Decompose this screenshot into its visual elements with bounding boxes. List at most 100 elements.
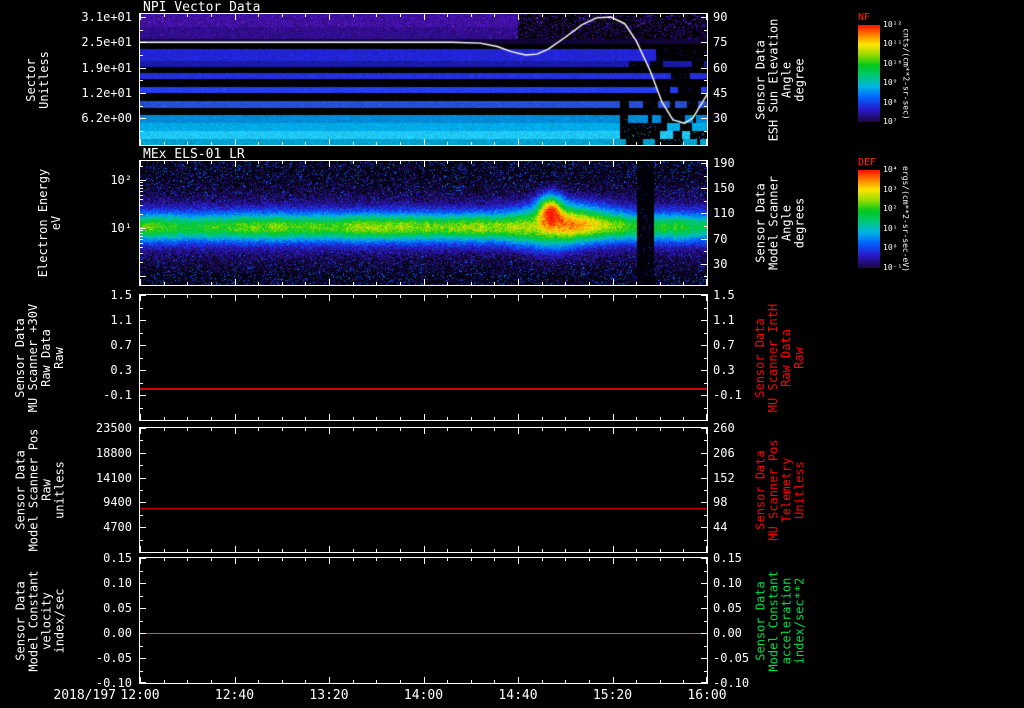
tick-mark (282, 295, 283, 298)
tick-mark (400, 558, 401, 561)
tick-mark (187, 558, 188, 561)
tick-mark (471, 549, 472, 552)
tick-mark (704, 357, 707, 359)
tick-mark (704, 130, 707, 132)
tick-mark (140, 118, 146, 120)
tick-mark (424, 161, 425, 167)
tick-mark (424, 546, 425, 552)
tick-mark (471, 295, 472, 298)
tick-mark (447, 417, 448, 420)
tick-mark (424, 279, 425, 285)
tick-mark (211, 417, 212, 420)
tick-mark (613, 428, 614, 434)
tick-mark (542, 428, 543, 431)
tick-mark (518, 139, 519, 145)
x-tick-label: 15:20 (592, 688, 633, 703)
tick-mark (258, 558, 259, 561)
tick-mark (518, 428, 519, 434)
tick-mark (211, 295, 212, 298)
tick-mark (140, 230, 143, 232)
tick-mark (140, 232, 143, 234)
colorbar-nf (858, 25, 880, 122)
tick-mark (704, 407, 707, 409)
tick-mark (140, 570, 143, 572)
tick-mark (636, 295, 637, 298)
tick-mark (447, 142, 448, 145)
tick-mark (471, 558, 472, 561)
tick-mark (305, 282, 306, 285)
tick-mark (660, 295, 661, 298)
tick-mark (235, 279, 236, 285)
tick-mark (565, 295, 566, 298)
tick-mark (542, 680, 543, 683)
tick-mark (140, 205, 143, 207)
colorbar-tick-label: 10¹¹ (883, 39, 903, 49)
tick-mark (683, 282, 684, 285)
tick-mark (701, 658, 707, 659)
tick-mark (164, 417, 165, 420)
colorbar-tick-label: 10² (883, 204, 898, 214)
tick-mark (704, 55, 707, 56)
tick-mark (660, 428, 661, 431)
tick-mark (542, 161, 543, 164)
tick-mark (589, 14, 590, 17)
tick-mark (329, 428, 330, 434)
tick-mark (140, 670, 143, 672)
tick-mark (704, 490, 707, 491)
tick-mark (683, 680, 684, 683)
tick-mark (701, 527, 707, 529)
tick-mark (140, 320, 146, 321)
tick-mark (701, 320, 707, 321)
tick-mark (589, 558, 590, 561)
tick-mark (164, 282, 165, 285)
tick-mark (589, 428, 590, 431)
tick-mark (613, 279, 614, 285)
tick-mark (701, 583, 707, 584)
tick-mark (376, 295, 377, 298)
tick-mark (704, 29, 707, 31)
tick-mark (187, 142, 188, 145)
tick-mark (613, 14, 614, 20)
tick-mark (140, 407, 143, 409)
tick-mark (636, 558, 637, 561)
colorbar-tick-label: 10⁰ (883, 243, 898, 253)
tick-mark (424, 558, 425, 564)
colorbar-tick-label: 10¹ (883, 223, 898, 233)
tick-mark (376, 14, 377, 17)
data-line-model-scanner-pos (140, 507, 707, 510)
tick-mark (235, 677, 236, 683)
tick-mark (701, 452, 707, 454)
tick-mark (660, 549, 661, 552)
tick-mark (187, 549, 188, 552)
tick-mark (701, 42, 707, 44)
tick-mark (140, 55, 143, 56)
tick-mark (683, 142, 684, 145)
tick-mark (140, 276, 146, 277)
colorbar-units-label: cnts/(cm**2-sr-sec) (901, 27, 910, 120)
tick-mark (518, 558, 519, 564)
y-tick-label: 2.5e+01 (81, 35, 132, 50)
tick-mark (683, 549, 684, 552)
tick-mark (376, 680, 377, 683)
tick-mark (235, 295, 236, 301)
tick-mark (706, 279, 707, 285)
tick-mark (565, 558, 566, 561)
tick-mark (353, 680, 354, 683)
tick-mark (424, 428, 425, 434)
tick-mark (660, 142, 661, 145)
tick-mark (565, 142, 566, 145)
tick-mark (258, 417, 259, 420)
tick-mark (140, 307, 143, 309)
tick-mark (542, 295, 543, 298)
tick-mark (704, 80, 707, 82)
tick-mark (400, 417, 401, 420)
tick-mark (636, 549, 637, 552)
tick-mark (140, 658, 146, 659)
tick-mark (140, 595, 143, 597)
tick-mark (282, 549, 283, 552)
tick-mark (424, 414, 425, 420)
tick-mark (187, 282, 188, 285)
tick-mark (140, 539, 143, 541)
tick-mark (235, 546, 236, 552)
tick-mark (187, 295, 188, 298)
